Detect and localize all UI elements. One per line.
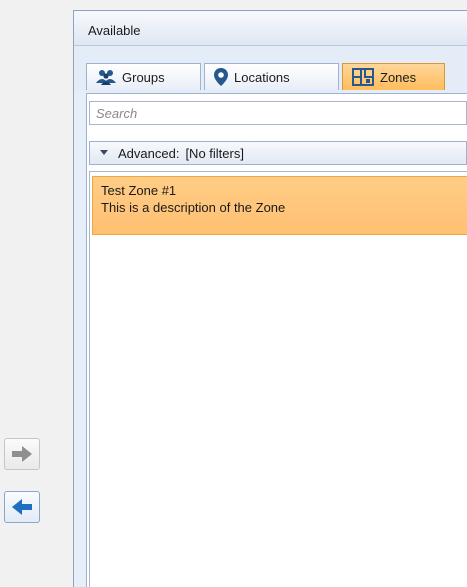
arrow-right-icon: [12, 446, 32, 462]
move-left-button[interactable]: [4, 491, 40, 523]
tab-groups-label: Groups: [122, 69, 165, 85]
move-right-button[interactable]: [4, 438, 40, 470]
zone-list: Test Zone #1 This is a description of th…: [89, 171, 467, 587]
zone-title: Test Zone #1: [101, 183, 177, 198]
zones-icon: [352, 68, 374, 86]
triangle-down-icon: [100, 150, 108, 155]
advanced-filter-toggle[interactable]: Advanced: [No filters]: [89, 141, 467, 165]
advanced-label: Advanced:: [118, 145, 180, 161]
advanced-filter-value: [No filters]: [185, 145, 244, 161]
tab-groups[interactable]: Groups: [86, 63, 201, 90]
arrow-left-icon: [12, 499, 32, 515]
search-input[interactable]: [89, 101, 467, 125]
list-item[interactable]: Test Zone #1 This is a description of th…: [92, 176, 467, 235]
available-panel: Available Groups Locations Zones Search …: [73, 10, 467, 587]
panel-title: Available: [88, 23, 141, 38]
tab-content: Advanced: [No filters] Test Zone #1 This…: [86, 93, 467, 587]
tab-locations-label: Locations: [234, 69, 290, 85]
tab-zones-label: Zones: [380, 69, 417, 85]
panel-header: Available: [74, 11, 467, 46]
groups-icon: [96, 70, 116, 85]
tab-locations[interactable]: Locations: [204, 63, 339, 90]
tab-bar: Groups Locations Zones: [74, 46, 467, 94]
location-pin-icon: [214, 68, 228, 86]
zone-description: This is a description of the Zone: [101, 200, 286, 215]
tab-zones[interactable]: Zones: [342, 63, 445, 90]
